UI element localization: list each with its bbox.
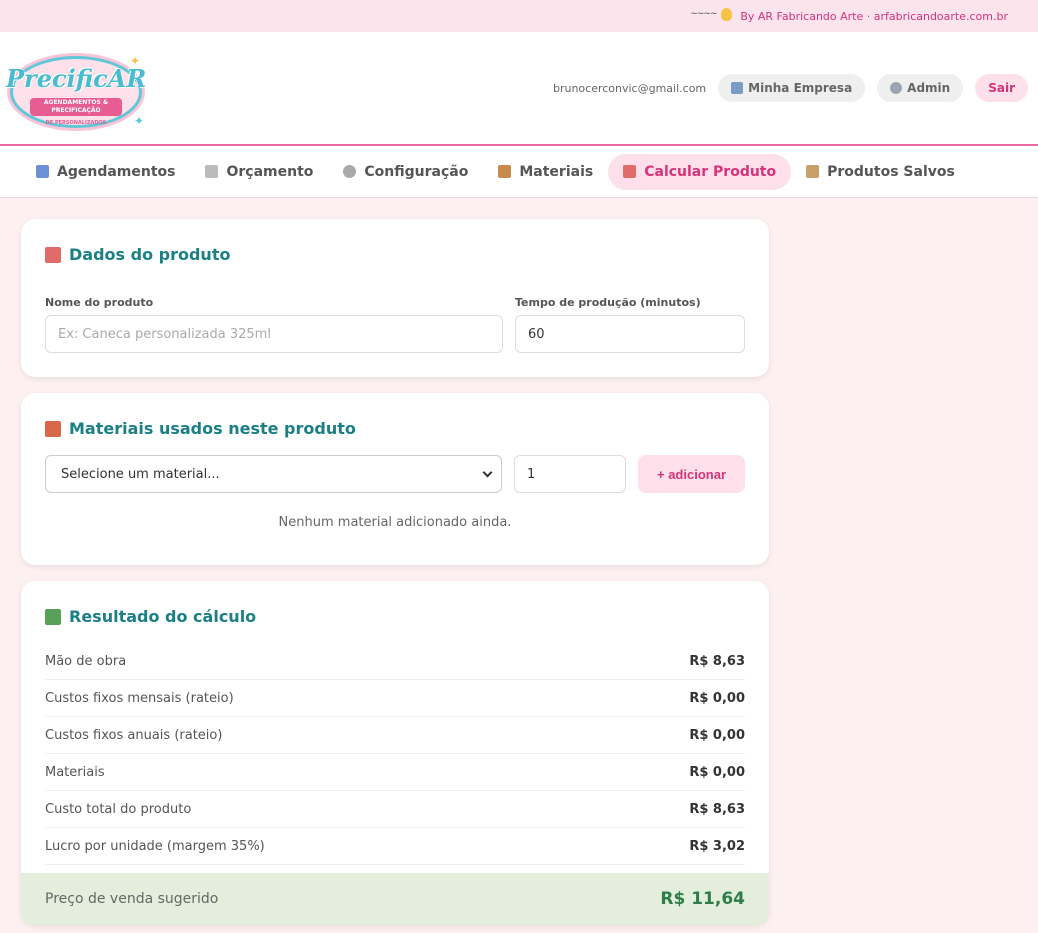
logo-subtitle-2: DE PERSONALIZADOS (45, 120, 107, 126)
row-value: R$ 0,00 (689, 764, 745, 780)
row-value: R$ 0,00 (689, 690, 745, 706)
company-button-label: Minha Empresa (748, 81, 853, 95)
tab-label: Calcular Produto (644, 163, 777, 180)
card-title: Materiais usados neste produto (69, 419, 356, 438)
material-select-value: Selecione um material... (61, 466, 220, 482)
user-email: brunocerconvic@gmail.com (552, 81, 707, 95)
result-row-materials: Materiais R$ 0,00 (45, 754, 745, 791)
result-row-monthly-fixed: Custos fixos mensais (rateio) R$ 0,00 (45, 680, 745, 717)
app-header: ✦ ✦ ✦ PrecificAR AGENDAMENTOS & PRECIFIC… (0, 32, 1038, 146)
row-label: Custos fixos anuais (rateio) (45, 727, 223, 743)
admin-button[interactable]: Admin (877, 74, 964, 102)
product-data-card: Dados do produto Nome do produto Tempo d… (21, 219, 769, 377)
row-label: Lucro por unidade (margem 35%) (45, 838, 265, 854)
main-nav: Agendamentos Orçamento Configuração Mate… (0, 146, 1038, 198)
company-button[interactable]: Minha Empresa (718, 74, 866, 102)
ar-fabricando-logo: ~~~~ (690, 7, 733, 25)
tab-agendamentos[interactable]: Agendamentos (21, 154, 190, 190)
materials-card: Materiais usados neste produto Selecione… (21, 393, 769, 565)
tab-calcular-produto[interactable]: Calcular Produto (608, 153, 792, 190)
calendar-icon (36, 165, 49, 178)
suggested-price-label: Preço de venda sugerido (45, 891, 219, 907)
production-time-input[interactable] (515, 315, 745, 353)
card-title: Dados do produto (69, 245, 231, 264)
result-row-annual-fixed: Custos fixos anuais (rateio) R$ 0,00 (45, 717, 745, 754)
row-value: R$ 8,63 (689, 653, 745, 669)
tab-label: Produtos Salvos (827, 163, 955, 180)
row-label: Materiais (45, 764, 105, 780)
money-icon (45, 608, 61, 625)
tools-icon (890, 82, 903, 94)
building-icon (731, 82, 744, 94)
row-value: R$ 3,02 (689, 838, 745, 854)
tab-materiais[interactable]: Materiais (483, 154, 608, 190)
admin-button-label: Admin (907, 81, 951, 95)
row-value: R$ 0,00 (689, 727, 745, 743)
logo-subtitle: AGENDAMENTOS & PRECIFICAÇÃO (30, 98, 122, 116)
suggested-price-row: Preço de venda sugerido R$ 11,64 (21, 873, 769, 925)
row-label: Custos fixos mensais (rateio) (45, 690, 234, 706)
tab-label: Configuração (364, 163, 469, 180)
product-data-title-row: Dados do produto (45, 245, 230, 264)
tab-configuracao[interactable]: Configuração (328, 154, 483, 190)
row-value: R$ 8,63 (689, 801, 745, 817)
empty-materials-message: Nenhum material adicionado ainda. (278, 515, 512, 530)
material-quantity-input[interactable] (514, 455, 626, 493)
product-name-input[interactable] (45, 315, 503, 353)
lightbulb-icon (721, 8, 733, 21)
tab-label: Orçamento (226, 163, 314, 180)
row-label: Custo total do produto (45, 801, 192, 817)
precificar-logo[interactable]: ✦ ✦ ✦ PrecificAR AGENDAMENTOS & PRECIFIC… (6, 44, 146, 136)
logout-button-label: Sair (988, 81, 1015, 95)
logout-button[interactable]: Sair (975, 74, 1028, 102)
materials-title-row: Materiais usados neste produto (45, 419, 356, 438)
gear-icon (343, 165, 357, 178)
package-icon (498, 165, 512, 178)
product-name-label: Nome do produto (45, 296, 154, 309)
tab-label: Agendamentos (57, 163, 176, 180)
user-area: brunocerconvic@gmail.com Minha Empresa A… (553, 74, 1028, 102)
clipboard-icon (806, 165, 820, 178)
row-label: Mão de obra (45, 653, 127, 669)
tab-produtos-salvos[interactable]: Produtos Salvos (791, 154, 970, 190)
result-row-total-cost: Custo total do produto R$ 8,63 (45, 791, 745, 828)
result-title-row: Resultado do cálculo (45, 607, 256, 626)
production-time-label: Tempo de produção (minutos) (515, 296, 701, 309)
tab-label: Materiais (519, 163, 594, 180)
result-row-labor: Mão de obra R$ 8,63 (45, 643, 745, 680)
material-select[interactable]: Selecione um material... (45, 455, 502, 493)
suggested-price-value: R$ 11,64 (660, 889, 745, 909)
tab-orcamento[interactable]: Orçamento (190, 154, 328, 190)
add-material-button[interactable]: + adicionar (638, 455, 745, 493)
chevron-down-icon (482, 467, 493, 478)
document-icon (205, 165, 219, 178)
result-card: Resultado do cálculo Mão de obra R$ 8,63… (21, 581, 769, 925)
credit-text[interactable]: By AR Fabricando Arte · arfabricandoarte… (740, 10, 1008, 23)
card-title: Resultado do cálculo (69, 607, 257, 626)
top-credit-bar: ~~~~ By AR Fabricando Arte · arfabricand… (0, 0, 1038, 32)
abacus-icon (45, 246, 61, 263)
brick-icon (45, 420, 61, 437)
abacus-icon (623, 165, 637, 178)
result-row-profit: Lucro por unidade (margem 35%) R$ 3,02 (45, 828, 745, 865)
logo-title: PrecificAR (6, 64, 147, 93)
